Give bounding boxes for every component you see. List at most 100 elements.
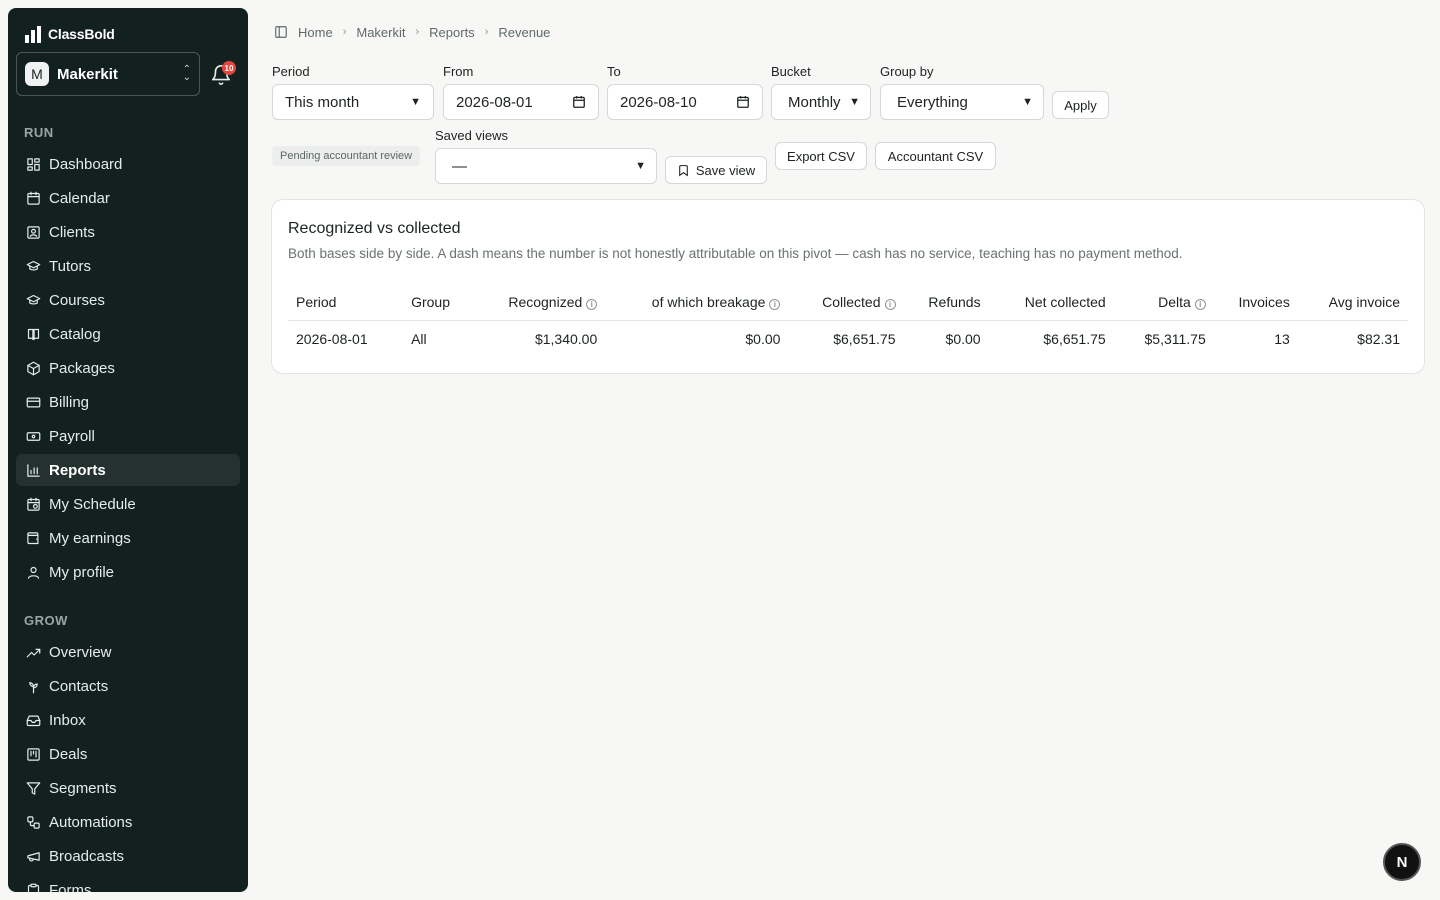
- contact-card-icon: [27, 225, 40, 239]
- trending-up-icon: [26, 648, 41, 657]
- sidebar-item-label: Billing: [49, 393, 90, 411]
- breadcrumb-org[interactable]: Makerkit: [356, 25, 405, 40]
- sidebar-item-label: My Schedule: [49, 495, 136, 513]
- cell-group: All: [411, 331, 427, 348]
- to-label: To: [607, 64, 621, 79]
- sidebar-item-billing[interactable]: Billing: [16, 386, 240, 418]
- sidebar-item-my-profile[interactable]: My profile: [16, 556, 240, 588]
- apply-button[interactable]: Apply: [1052, 91, 1109, 119]
- info-icon[interactable]: i: [586, 298, 598, 310]
- sidebar-item-reports[interactable]: Reports: [16, 454, 240, 486]
- chevron-up-down-icon: ⌃ ⌄: [182, 64, 191, 83]
- sidebar-item-label: Forms: [49, 881, 92, 893]
- chevron-down-icon: ▼: [1022, 96, 1033, 108]
- groupby-select[interactable]: Everything ▼: [880, 84, 1044, 120]
- bookmark-icon: [679, 164, 688, 176]
- period-select-value: This month: [285, 93, 360, 111]
- sidebar-item-courses[interactable]: Courses: [16, 284, 240, 316]
- chevron-right-icon: ›: [342, 26, 347, 38]
- workflow-icon: [27, 815, 40, 829]
- period-label: Period: [272, 64, 310, 79]
- sidebar-item-label: Clients: [49, 223, 95, 241]
- sidebar-item-catalog[interactable]: Catalog: [16, 318, 240, 350]
- nextjs-dev-button[interactable]: N: [1383, 843, 1421, 881]
- filter-icon: [26, 781, 41, 795]
- saved-views-select[interactable]: — ▼: [435, 148, 657, 184]
- sidebar-item-payroll[interactable]: Payroll: [16, 420, 240, 452]
- run-nav: Dashboard Calendar Clients Tutors Courses Cat…: [16, 148, 240, 590]
- clipboard-icon: [27, 883, 40, 892]
- cell-net-collected: $6,651.75: [1043, 331, 1106, 348]
- calendar-icon[interactable]: [736, 95, 750, 109]
- calendar-icon[interactable]: [572, 95, 586, 109]
- user-icon: [27, 566, 40, 579]
- from-date-input[interactable]: 2026-08-01: [443, 84, 599, 120]
- sidebar-item-forms[interactable]: Forms: [16, 874, 240, 892]
- col-invoices: Invoices: [1213, 284, 1298, 321]
- cell-breakage: $0.00: [745, 331, 781, 348]
- chevron-down-icon: ▼: [635, 160, 646, 172]
- sidebar-item-packages[interactable]: Packages: [16, 352, 240, 384]
- cell-collected: $6,651.75: [833, 331, 896, 348]
- period-select[interactable]: This month ▼: [272, 84, 434, 120]
- sidebar-item-tutors[interactable]: Tutors: [16, 250, 240, 282]
- breadcrumb-reports[interactable]: Reports: [429, 25, 475, 40]
- chevron-right-icon: ›: [415, 26, 420, 38]
- inbox-icon: [26, 715, 41, 726]
- col-net-collected: Net collected: [988, 284, 1114, 321]
- sidebar-item-automations[interactable]: Automations: [16, 806, 240, 838]
- megaphone-icon: [27, 851, 40, 861]
- sidebar-item-inbox[interactable]: Inbox: [16, 704, 240, 736]
- col-breakage: of which breakage i: [605, 284, 789, 321]
- sidebar-toggle-icon[interactable]: [274, 25, 288, 39]
- status-badge: Pending accountant review: [272, 146, 421, 166]
- bucket-select[interactable]: Monthly ▼: [771, 84, 871, 120]
- breadcrumb-home[interactable]: Home: [298, 25, 333, 40]
- sidebar-item-label: Deals: [49, 745, 88, 763]
- graduation-cap-icon: [26, 294, 41, 305]
- sidebar: ClassBold M Makerkit ⌃ ⌄ 10 RUN Dashboard…: [8, 8, 248, 892]
- grow-nav: Overview Contacts Inbox Deals Segments Automa…: [16, 636, 240, 892]
- info-icon[interactable]: i: [1194, 298, 1206, 310]
- accountant-csv-button[interactable]: Accountant CSV: [875, 142, 996, 170]
- sidebar-item-my-schedule[interactable]: My Schedule: [16, 488, 240, 520]
- col-avg-invoice: Avg invoice: [1297, 284, 1408, 321]
- info-icon[interactable]: i: [884, 298, 896, 310]
- sidebar-item-label: Overview: [49, 643, 112, 661]
- brand-logo[interactable]: ClassBold: [24, 24, 115, 44]
- sidebar-item-label: Catalog: [49, 325, 101, 343]
- sidebar-item-dashboard[interactable]: Dashboard: [16, 148, 240, 180]
- sidebar-item-broadcasts[interactable]: Broadcasts: [16, 840, 240, 872]
- to-date-input[interactable]: 2026-08-10: [607, 84, 763, 120]
- col-delta: Delta i: [1113, 284, 1214, 321]
- export-csv-button[interactable]: Export CSV: [775, 142, 867, 170]
- save-view-label: Save view: [695, 162, 756, 178]
- cell-period: 2026-08-01: [296, 331, 368, 348]
- sidebar-item-calendar[interactable]: Calendar: [16, 182, 240, 214]
- brand-name: ClassBold: [48, 26, 115, 42]
- bucket-select-value: Monthly: [788, 93, 841, 111]
- revenue-card: Recognized vs collected Both bases side …: [271, 199, 1425, 374]
- sidebar-item-overview[interactable]: Overview: [16, 636, 240, 668]
- saved-views-label: Saved views: [435, 128, 508, 143]
- card-title: Recognized vs collected: [288, 220, 461, 237]
- sidebar-item-label: My profile: [49, 563, 115, 581]
- sidebar-item-clients[interactable]: Clients: [16, 216, 240, 248]
- sidebar-item-segments[interactable]: Segments: [16, 772, 240, 804]
- sidebar-item-my-earnings[interactable]: My earnings: [16, 522, 240, 554]
- cell-invoices: 13: [1274, 331, 1290, 348]
- book-icon: [27, 328, 40, 340]
- sidebar-item-contacts[interactable]: Contacts: [16, 670, 240, 702]
- sidebar-item-deals[interactable]: Deals: [16, 738, 240, 770]
- chevron-down-icon: ▼: [849, 96, 860, 108]
- info-icon[interactable]: i: [769, 298, 781, 310]
- save-view-button[interactable]: Save view: [665, 156, 767, 184]
- col-period: Period: [288, 284, 404, 321]
- organization-switcher[interactable]: M Makerkit ⌃ ⌄: [16, 52, 200, 96]
- sidebar-item-label: Packages: [49, 359, 115, 377]
- col-refunds: Refunds: [903, 284, 989, 321]
- calendar-clock-icon: [27, 497, 40, 511]
- wallet-icon: [27, 531, 39, 544]
- chevron-right-icon: ›: [484, 26, 489, 38]
- table-header-row: Period Group Recognized i of which breaka…: [288, 284, 1408, 321]
